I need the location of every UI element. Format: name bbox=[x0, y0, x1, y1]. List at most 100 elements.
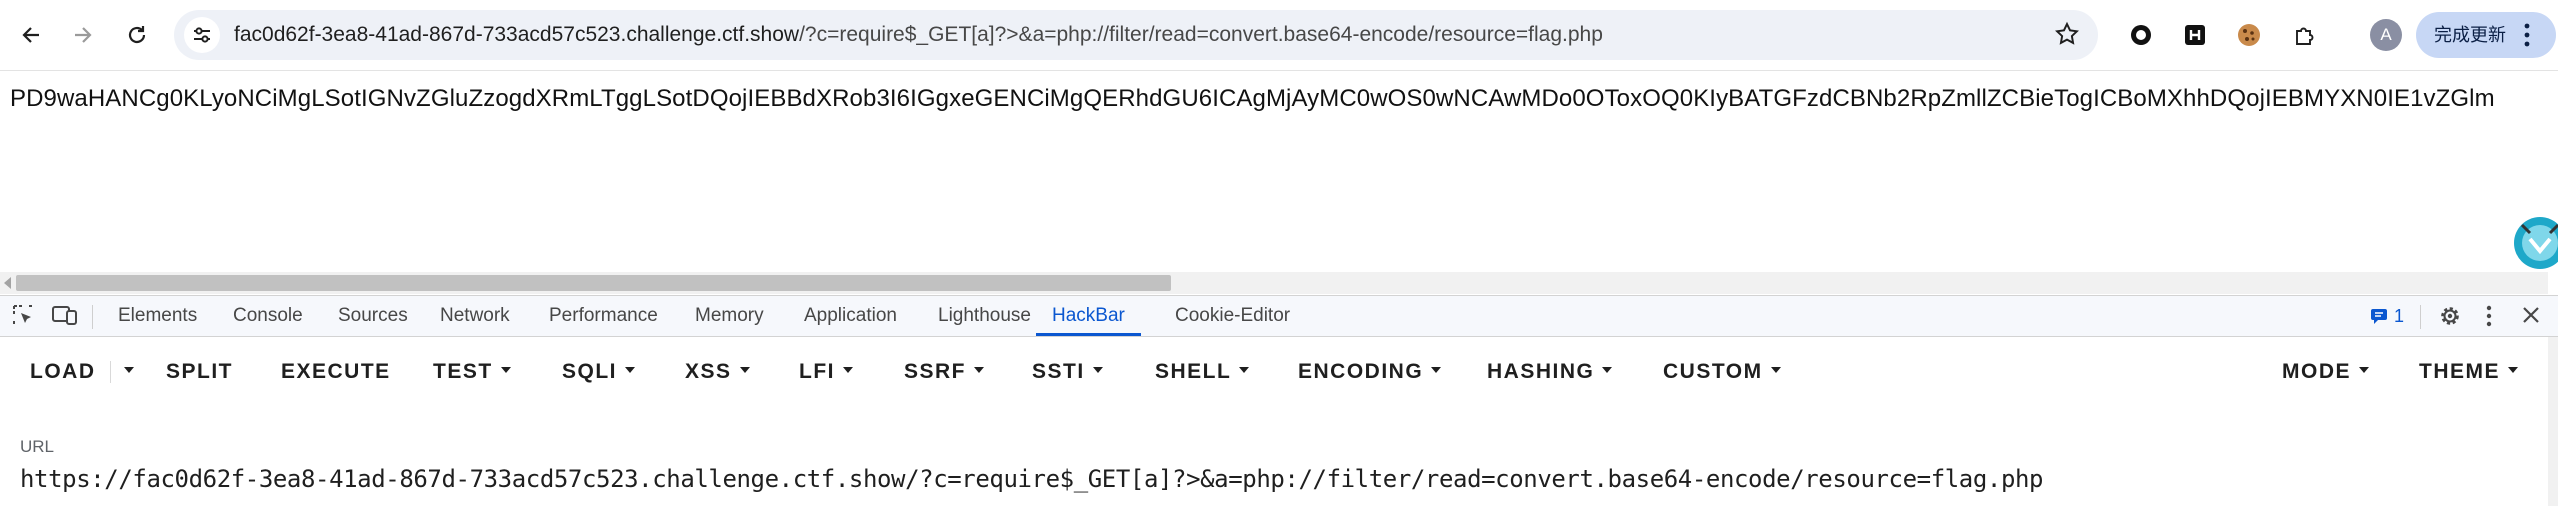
tab-hackbar[interactable]: HackBar bbox=[1036, 296, 1141, 336]
toolbar-divider bbox=[2420, 305, 2421, 329]
xss-menu[interactable]: XSS bbox=[685, 357, 750, 387]
puzzle-icon bbox=[2296, 27, 2314, 45]
assistant-icon bbox=[2514, 217, 2558, 269]
back-button[interactable] bbox=[12, 16, 50, 54]
sqli-menu[interactable]: SQLI bbox=[562, 357, 636, 387]
vertical-scrollbar[interactable] bbox=[2548, 337, 2558, 506]
inspect-element-icon[interactable] bbox=[12, 304, 34, 326]
ssti-menu-label: SSTI bbox=[1032, 360, 1085, 383]
site-info-button[interactable] bbox=[184, 17, 220, 53]
reload-button[interactable] bbox=[118, 16, 156, 54]
caret-down-icon bbox=[625, 367, 636, 374]
url-domain: fac0d62f-3ea8-41ad-867d-733acd57c523.cha… bbox=[234, 23, 800, 46]
caret-down-icon bbox=[1602, 367, 1613, 374]
load-dropdown-button[interactable] bbox=[116, 357, 134, 387]
ssrf-menu[interactable]: SSRF bbox=[904, 357, 985, 387]
extension-circle-button[interactable] bbox=[2124, 18, 2158, 52]
shell-menu-label: SHELL bbox=[1155, 360, 1232, 383]
load-split-divider bbox=[110, 361, 111, 383]
caret-down-icon bbox=[124, 367, 134, 374]
caret-down-icon bbox=[843, 367, 853, 374]
toolbar-divider bbox=[92, 305, 93, 329]
mode-menu[interactable]: MODE bbox=[2282, 357, 2369, 387]
star-icon bbox=[2055, 21, 2079, 45]
caret-down-icon bbox=[739, 367, 750, 374]
test-menu[interactable]: TEST bbox=[433, 357, 511, 387]
caret-down-icon bbox=[974, 367, 985, 374]
address-bar[interactable]: fac0d62f-3ea8-41ad-867d-733acd57c523.cha… bbox=[174, 10, 2098, 60]
execute-button[interactable]: EXECUTE bbox=[281, 357, 391, 387]
extension-cookie-button[interactable] bbox=[2232, 18, 2266, 52]
caret-down-icon bbox=[1431, 367, 1442, 374]
profile-avatar[interactable]: A bbox=[2370, 19, 2402, 51]
tab-cookie-editor[interactable]: Cookie-Editor bbox=[1175, 296, 1290, 336]
tab-memory[interactable]: Memory bbox=[695, 296, 764, 336]
issues-counter[interactable]: 1 bbox=[2370, 304, 2404, 328]
browser-toolbar: fac0d62f-3ea8-41ad-867d-733acd57c523.cha… bbox=[0, 0, 2558, 71]
close-icon[interactable] bbox=[2520, 304, 2542, 326]
more-vert-icon bbox=[2524, 23, 2530, 47]
ssrf-menu-label: SSRF bbox=[904, 360, 967, 383]
tab-lighthouse[interactable]: Lighthouse bbox=[938, 296, 1031, 336]
extension-hackbar-button[interactable] bbox=[2178, 18, 2212, 52]
tab-application[interactable]: Application bbox=[804, 296, 897, 336]
theme-menu[interactable]: THEME bbox=[2419, 357, 2518, 387]
message-icon bbox=[2371, 309, 2387, 324]
chrome-menu-button[interactable] bbox=[2522, 22, 2532, 53]
custom-menu[interactable]: CUSTOM bbox=[1663, 357, 1781, 387]
encoding-menu-label: ENCODING bbox=[1298, 360, 1424, 383]
sqli-menu-label: SQLI bbox=[562, 360, 618, 383]
page-output-text: PD9waHANCg0KLyoNCiMgLSotIGNvZGluZzogdXRm… bbox=[10, 85, 2495, 112]
hashing-menu[interactable]: HASHING bbox=[1487, 357, 1613, 387]
url-field-label: URL bbox=[20, 437, 55, 456]
caret-down-icon bbox=[500, 367, 511, 374]
mode-menu-label: MODE bbox=[2282, 360, 2351, 383]
scroll-left-icon[interactable] bbox=[4, 277, 12, 289]
shell-menu[interactable]: SHELL bbox=[1155, 357, 1250, 387]
encoding-menu[interactable]: ENCODING bbox=[1298, 357, 1442, 387]
floating-assistant-icon[interactable] bbox=[2500, 203, 2558, 278]
forward-button[interactable] bbox=[64, 16, 102, 54]
caret-down-icon bbox=[1239, 367, 1250, 374]
address-bar-url[interactable]: fac0d62f-3ea8-41ad-867d-733acd57c523.cha… bbox=[234, 10, 1603, 60]
tab-performance[interactable]: Performance bbox=[549, 296, 658, 336]
tab-sources[interactable]: Sources bbox=[338, 296, 408, 336]
bookmark-button[interactable] bbox=[2054, 21, 2080, 52]
lfi-menu[interactable]: LFI bbox=[799, 357, 853, 387]
url-path: /?c=require$_GET[a]?>&a=php://filter/rea… bbox=[799, 23, 1603, 46]
tab-network[interactable]: Network bbox=[440, 296, 510, 336]
ssti-menu[interactable]: SSTI bbox=[1032, 357, 1103, 387]
issues-count: 1 bbox=[2394, 305, 2405, 326]
extensions-menu-button[interactable] bbox=[2288, 18, 2322, 52]
caret-down-icon bbox=[1770, 367, 1781, 374]
caret-down-icon bbox=[1092, 367, 1103, 374]
custom-menu-label: CUSTOM bbox=[1663, 360, 1763, 383]
split-button[interactable]: SPLIT bbox=[166, 357, 233, 387]
tab-elements[interactable]: Elements bbox=[118, 296, 197, 336]
url-field-input[interactable]: https://fac0d62f-3ea8-41ad-867d-733acd57… bbox=[20, 465, 2043, 493]
xss-menu-label: XSS bbox=[685, 360, 732, 383]
settings-gear-icon[interactable] bbox=[2438, 304, 2462, 328]
scrollbar-thumb[interactable] bbox=[16, 275, 1171, 291]
lfi-menu-label: LFI bbox=[799, 360, 835, 383]
load-button[interactable]: LOAD bbox=[30, 357, 96, 387]
theme-menu-label: THEME bbox=[2419, 360, 2500, 383]
hackbar-extension-icon bbox=[2185, 25, 2205, 45]
tune-icon bbox=[194, 27, 210, 43]
horizontal-scrollbar[interactable] bbox=[0, 272, 2548, 294]
test-menu-label: TEST bbox=[433, 360, 493, 383]
caret-down-icon bbox=[2359, 367, 2369, 374]
hackbar-panel: LOAD SPLIT EXECUTE TEST SQLI XSS LFI SSR… bbox=[0, 337, 2558, 506]
update-button[interactable]: 完成更新 bbox=[2416, 12, 2556, 58]
cookie-icon bbox=[2238, 24, 2260, 46]
devtools-tabbar: Elements Console Sources Network Perform… bbox=[0, 295, 2558, 337]
hashing-menu-label: HASHING bbox=[1487, 360, 1595, 383]
caret-down-icon bbox=[2508, 367, 2518, 374]
page-content: PD9waHANCg0KLyoNCiMgLSotIGNvZGluZzogdXRm… bbox=[0, 71, 2558, 291]
tab-console[interactable]: Console bbox=[233, 296, 303, 336]
forward-arrow-icon bbox=[75, 27, 92, 43]
more-options-icon[interactable] bbox=[2484, 304, 2494, 328]
reload-icon bbox=[128, 26, 146, 44]
circle-extension-icon bbox=[2131, 25, 2151, 45]
device-toolbar-icon[interactable] bbox=[52, 304, 78, 326]
